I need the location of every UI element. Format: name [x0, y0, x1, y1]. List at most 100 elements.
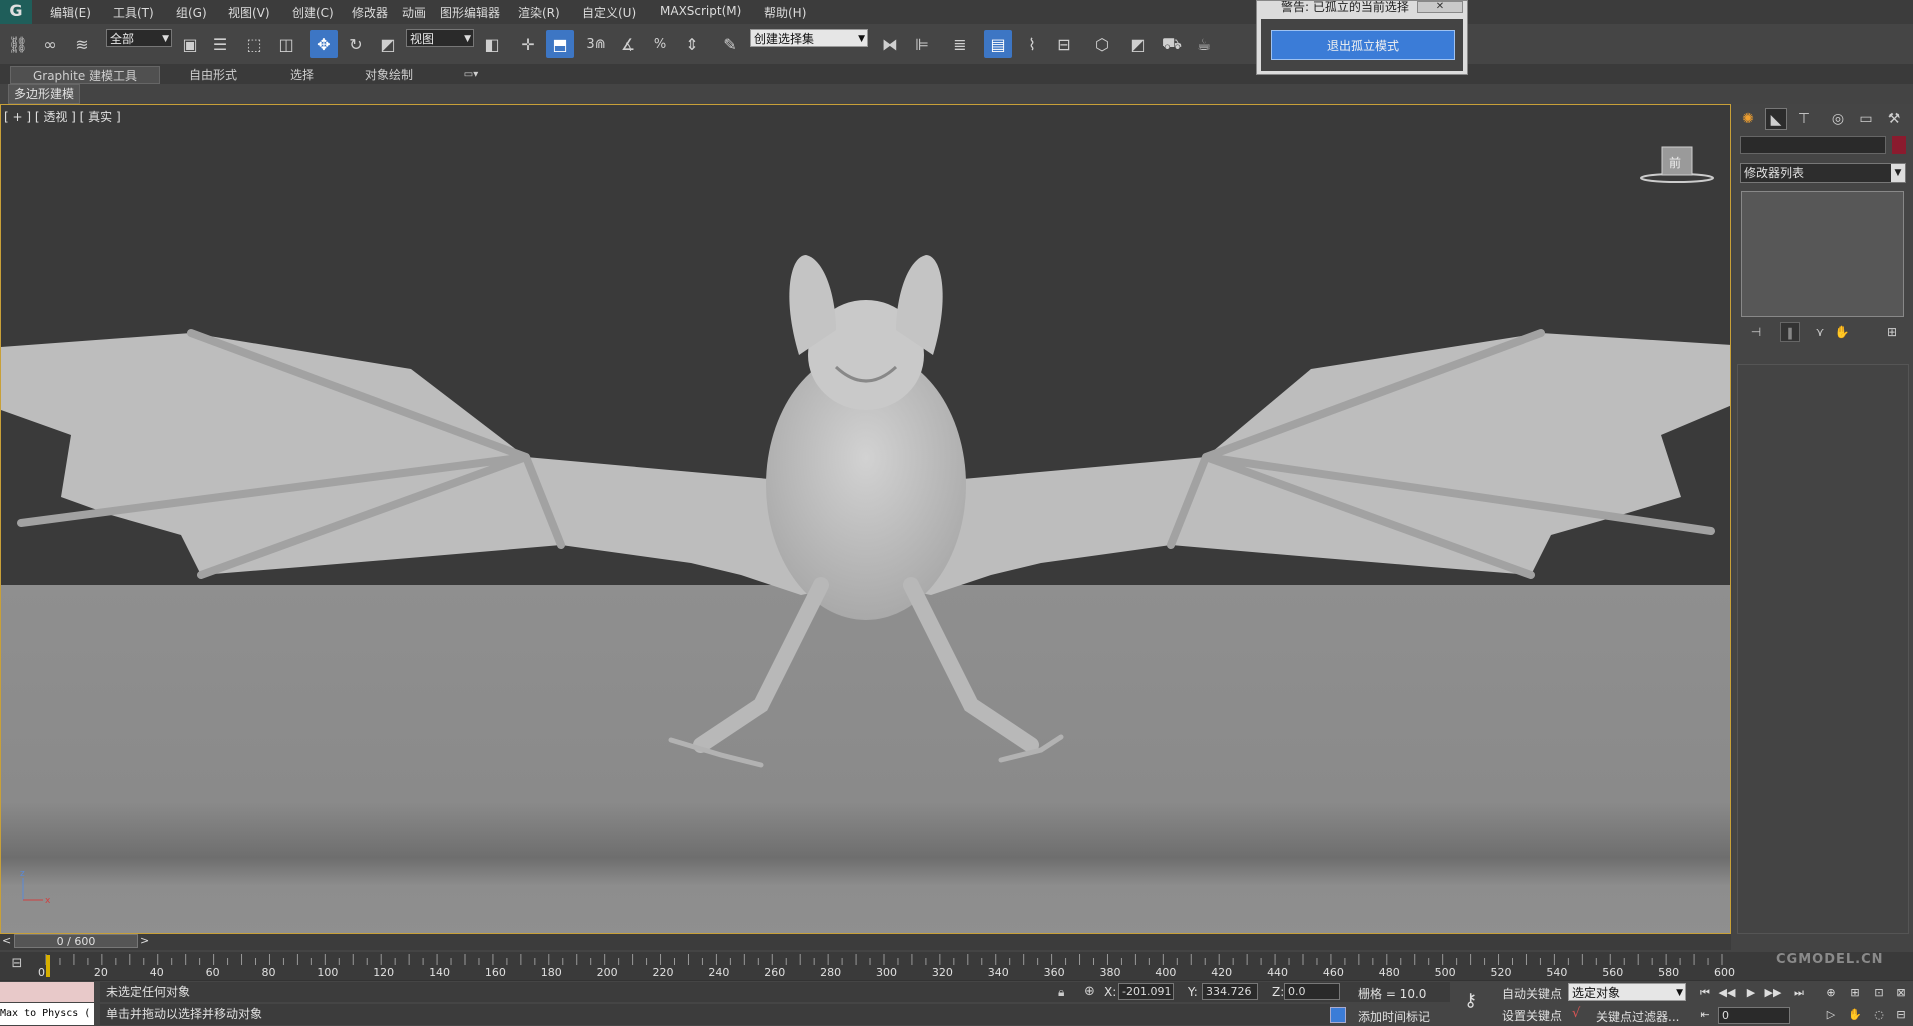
spinner-snap-icon[interactable]: ⇕: [678, 30, 706, 58]
tab-graphite-modeling[interactable]: Graphite 建模工具: [10, 66, 160, 84]
hierarchy-tab-icon[interactable]: ⊤: [1793, 108, 1815, 130]
tab-freeform[interactable]: 自由形式: [168, 66, 258, 84]
layer-manager-icon[interactable]: ≣: [946, 30, 974, 58]
create-tab-icon[interactable]: ✺: [1737, 108, 1759, 130]
menu-customize[interactable]: 自定义(U): [582, 4, 636, 21]
lock-selection-icon[interactable]: 🔒︎: [1058, 985, 1064, 1000]
menu-graph-editors[interactable]: 图形编辑器: [440, 4, 500, 21]
modify-tab-icon[interactable]: ◣: [1765, 108, 1787, 130]
select-object-icon[interactable]: ▣: [176, 30, 204, 58]
key-selection-dropdown[interactable]: 选定对象 ▼: [1568, 983, 1686, 1001]
time-slider[interactable]: < >: [0, 934, 1731, 950]
selection-filter-dropdown[interactable]: 全部 ▼: [106, 29, 172, 47]
tab-selection[interactable]: 选择: [262, 66, 342, 84]
select-and-scale-icon[interactable]: ◩: [374, 30, 402, 58]
perspective-viewport[interactable]: 前 z x: [0, 104, 1731, 934]
menu-views[interactable]: 视图(V): [228, 4, 270, 21]
zoom-icon[interactable]: ⊕: [1822, 984, 1840, 1002]
maxscript-mini-listener[interactable]: Max to Physcs (: [0, 1003, 94, 1025]
maximize-viewport-icon[interactable]: ⊟: [1892, 1006, 1910, 1024]
display-tab-icon[interactable]: ▭: [1855, 108, 1877, 130]
snaps-toggle-icon[interactable]: 3 ⋒: [582, 30, 610, 58]
zoom-extents-all-icon[interactable]: ⊠: [1892, 984, 1910, 1002]
motion-tab-icon[interactable]: ◎: [1827, 108, 1849, 130]
menu-group[interactable]: 组(G): [176, 4, 207, 21]
exit-isolation-button[interactable]: 退出孤立模式: [1271, 30, 1455, 60]
menu-animation[interactable]: 动画: [402, 4, 426, 21]
schematic-view-icon[interactable]: ⬡: [1088, 30, 1116, 58]
configure-modifier-sets-icon[interactable]: ⊞: [1882, 322, 1902, 342]
menu-create[interactable]: 创建(C): [292, 4, 334, 21]
go-to-start-icon[interactable]: ⏮: [1696, 984, 1714, 1002]
angle-snap-icon[interactable]: ∡: [614, 30, 642, 58]
graphite-toggle-icon[interactable]: ▤: [984, 30, 1012, 58]
absolute-mode-icon[interactable]: ⊕: [1084, 984, 1095, 999]
menu-rendering[interactable]: 渲染(R): [518, 4, 560, 21]
current-frame-field[interactable]: 0: [1718, 1007, 1790, 1024]
object-color-swatch[interactable]: [1892, 136, 1906, 154]
select-manipulate-icon[interactable]: ✛: [514, 30, 542, 58]
zoom-extents-icon[interactable]: ⊡: [1870, 984, 1888, 1002]
mini-curve-editor-icon[interactable]: ⊟: [6, 956, 28, 976]
menu-modifiers[interactable]: 修改器: [352, 4, 388, 21]
previous-frame-icon[interactable]: ◀◀: [1718, 984, 1736, 1002]
maxscript-listener[interactable]: [0, 982, 94, 1002]
object-name-field[interactable]: [1740, 136, 1886, 154]
app-logo[interactable]: G: [0, 0, 32, 24]
next-frame-icon[interactable]: >: [140, 934, 149, 947]
percent-snap-icon[interactable]: %: [646, 30, 674, 58]
named-selection-dropdown[interactable]: 创建选择集 ▼: [750, 29, 868, 47]
align-icon[interactable]: ⊫: [908, 30, 936, 58]
material-editor-icon[interactable]: ◩: [1124, 30, 1152, 58]
key-filters-button[interactable]: 关键点过滤器...: [1596, 1008, 1679, 1025]
utilities-tab-icon[interactable]: ⚒: [1883, 108, 1905, 130]
field-of-view-icon[interactable]: ▷: [1822, 1006, 1840, 1024]
time-tag-icon[interactable]: [1330, 1007, 1346, 1023]
bind-space-warp-icon[interactable]: ≋: [68, 30, 96, 58]
key-icon[interactable]: ⚷: [1464, 990, 1477, 1011]
x-coord-field[interactable]: -201.091: [1118, 983, 1174, 1000]
render-setup-icon[interactable]: ⛟: [1158, 30, 1186, 58]
render-production-icon[interactable]: ☕: [1190, 30, 1218, 58]
menu-help[interactable]: 帮助(H): [764, 4, 806, 21]
next-frame-icon[interactable]: ▶▶: [1764, 984, 1782, 1002]
ribbon-options-icon[interactable]: ▭▾: [456, 66, 486, 84]
dope-sheet-icon[interactable]: ⊟: [1050, 30, 1078, 58]
menu-edit[interactable]: 编辑(E): [50, 4, 91, 21]
link-icon[interactable]: ⛓: [4, 30, 32, 58]
make-unique-icon[interactable]: ⋎: [1810, 322, 1830, 342]
menu-maxscript[interactable]: MAXScript(M): [660, 4, 741, 18]
tab-object-paint[interactable]: 对象绘制: [346, 66, 432, 84]
auto-key-button[interactable]: 自动关键点: [1502, 985, 1562, 1002]
set-key-button[interactable]: 设置关键点: [1502, 1007, 1562, 1024]
tab-polygon-modeling[interactable]: 多边形建模: [8, 84, 81, 104]
play-icon[interactable]: ▶: [1742, 984, 1760, 1002]
edit-named-selection-icon[interactable]: ✎: [716, 30, 744, 58]
keyboard-shortcut-override-icon[interactable]: ⬒: [546, 30, 574, 58]
reference-coordinate-dropdown[interactable]: 视图 ▼: [406, 29, 474, 47]
modifier-stack[interactable]: [1741, 191, 1904, 317]
pan-view-icon[interactable]: ✋: [1846, 1006, 1864, 1024]
rectangular-selection-icon[interactable]: ⬚: [240, 30, 268, 58]
y-coord-field[interactable]: 334.726: [1202, 983, 1258, 1000]
select-and-move-icon[interactable]: ✥: [310, 30, 338, 58]
close-icon[interactable]: ✕: [1417, 1, 1463, 13]
curve-editor-icon[interactable]: ⌇: [1018, 30, 1046, 58]
menu-tools[interactable]: 工具(T): [113, 4, 154, 21]
add-time-tag[interactable]: 添加时间标记: [1358, 1008, 1430, 1025]
window-crossing-icon[interactable]: ◫: [272, 30, 300, 58]
pivot-center-icon[interactable]: ◧: [478, 30, 506, 58]
modifier-list-dropdown[interactable]: 修改器列表 ▼: [1740, 163, 1906, 183]
prev-frame-icon[interactable]: <: [2, 934, 11, 947]
key-mode-icon[interactable]: ⇤: [1696, 1006, 1714, 1024]
orbit-icon[interactable]: ◌: [1870, 1006, 1888, 1024]
time-slider-handle[interactable]: 0 / 600: [14, 934, 138, 948]
go-to-end-icon[interactable]: ⏭: [1790, 984, 1808, 1002]
unlink-icon[interactable]: ∞: [36, 30, 64, 58]
zoom-all-icon[interactable]: ⊞: [1846, 984, 1864, 1002]
viewport-label[interactable]: [ + ] [ 透视 ] [ 真实 ]: [4, 108, 121, 125]
z-coord-field[interactable]: 0.0: [1284, 983, 1340, 1000]
pin-stack-icon[interactable]: ⊣: [1746, 322, 1766, 342]
select-and-rotate-icon[interactable]: ↻: [342, 30, 370, 58]
select-by-name-icon[interactable]: ☰: [206, 30, 234, 58]
